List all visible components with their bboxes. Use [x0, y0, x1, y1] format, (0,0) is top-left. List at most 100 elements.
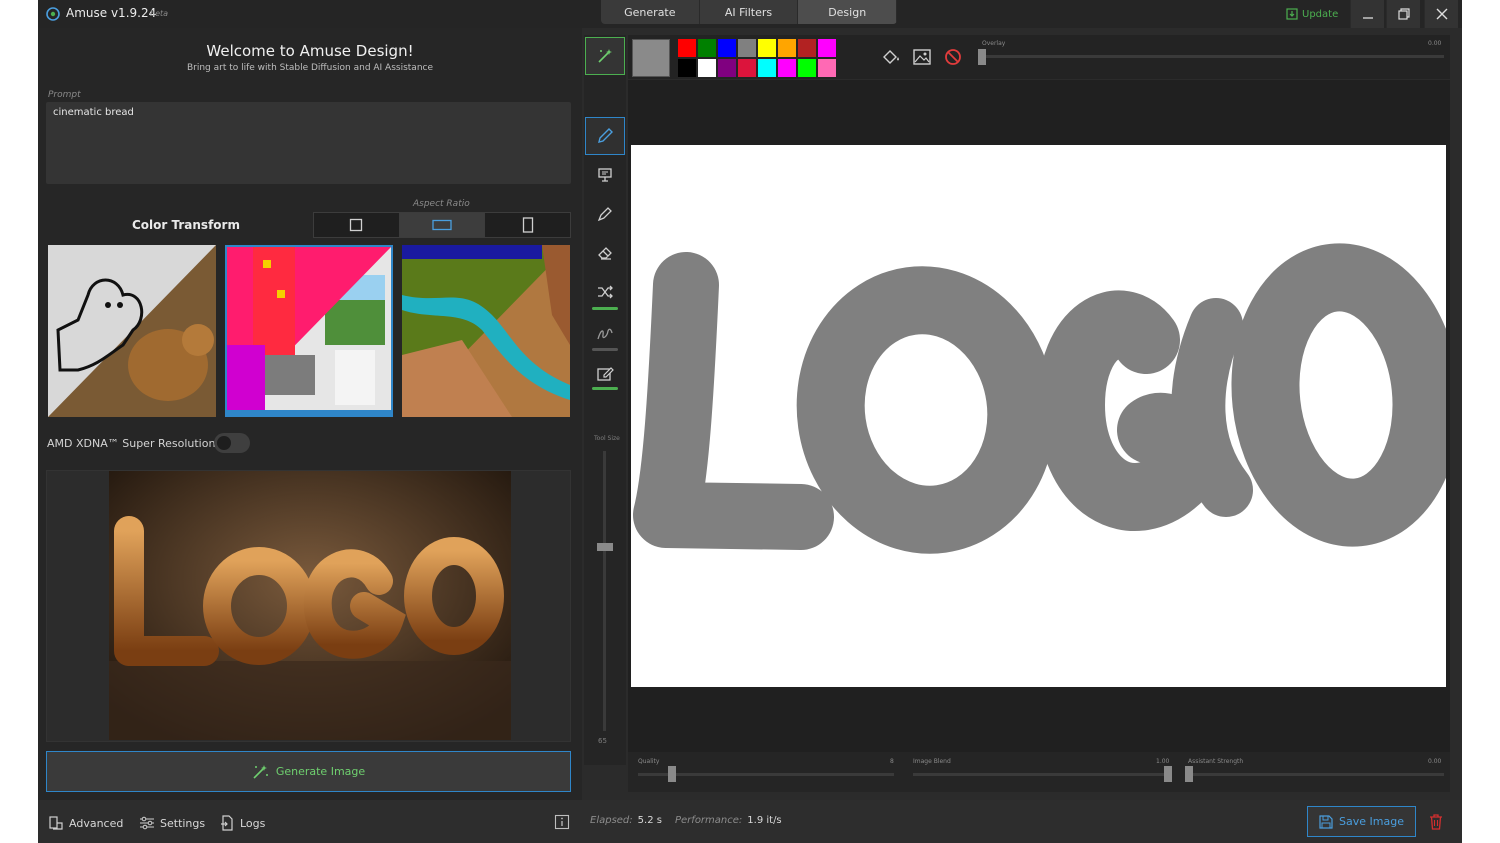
performance-value: 1.9 it/s — [747, 815, 782, 826]
aspect-portrait-button[interactable] — [485, 213, 570, 237]
brush-tool-button[interactable] — [585, 117, 625, 155]
close-button[interactable] — [1424, 0, 1458, 28]
portrait-icon — [522, 217, 533, 233]
quality-slider-thumb[interactable] — [668, 766, 676, 782]
save-image-button[interactable]: Save Image — [1307, 806, 1416, 837]
logs-icon — [221, 815, 233, 831]
color-swatch[interactable] — [738, 39, 756, 57]
generate-image-button[interactable]: Generate Image — [46, 751, 571, 792]
shuffle-button[interactable] — [585, 273, 625, 311]
overlay-slider-thumb[interactable] — [978, 49, 986, 65]
ai-assist-button[interactable] — [585, 37, 625, 75]
logs-label: Logs — [240, 816, 266, 830]
canyon-image — [402, 245, 570, 417]
clear-canvas-icon[interactable] — [943, 48, 963, 66]
save-image-label: Save Image — [1339, 815, 1404, 828]
tab-ai-filters[interactable]: AI Filters — [700, 0, 799, 24]
color-swatch[interactable] — [738, 59, 756, 77]
save-icon — [1319, 814, 1333, 829]
landscape-icon — [432, 219, 452, 231]
app-title: Amuse v1.9.24 — [66, 6, 157, 20]
update-button[interactable]: Update — [1286, 5, 1338, 23]
tab-design[interactable]: Design — [798, 0, 897, 24]
color-swatch[interactable] — [698, 59, 716, 77]
color-swatch[interactable] — [818, 59, 836, 77]
tool-size-label: Tool Size — [594, 435, 620, 442]
minimize-icon — [1362, 17, 1373, 19]
image-icon[interactable] — [912, 48, 932, 66]
thumbnail-room-interior[interactable] — [225, 245, 393, 417]
image-blend-slider[interactable] — [913, 773, 1169, 776]
color-swatch[interactable] — [698, 39, 716, 57]
thumbnail-canyon[interactable] — [402, 245, 570, 417]
assistant-strength-label: Assistant Strength — [1188, 758, 1244, 765]
update-icon — [1286, 8, 1298, 20]
delete-button[interactable] — [1420, 806, 1452, 837]
color-swatch[interactable] — [818, 39, 836, 57]
assistant-strength-slider-thumb[interactable] — [1185, 766, 1193, 782]
fill-bucket-icon[interactable] — [881, 48, 901, 66]
image-blend-value: 1.00 — [1156, 758, 1170, 765]
left-panel: Welcome to Amuse Design! Bring art to li… — [38, 28, 582, 800]
teddy-bear-image — [48, 245, 216, 417]
stamp-tool-button[interactable] — [585, 156, 625, 194]
tool-size-min: 65 — [598, 737, 607, 745]
elapsed-value: 5.2 s — [637, 815, 662, 826]
mode-tabs: Generate AI Filters Design — [601, 0, 897, 24]
color-swatch[interactable] — [778, 59, 796, 77]
tool-size-slider[interactable] — [603, 451, 606, 731]
aspect-square-button[interactable] — [314, 213, 400, 237]
pen-tool-button[interactable] — [585, 195, 625, 233]
drawing-canvas[interactable] — [631, 145, 1446, 687]
color-swatch[interactable] — [678, 39, 696, 57]
color-swatch[interactable] — [798, 39, 816, 57]
welcome-title: Welcome to Amuse Design! — [206, 42, 414, 60]
color-swatch[interactable] — [678, 59, 696, 77]
bread-logo-image — [109, 471, 511, 740]
result-preview — [46, 470, 571, 742]
welcome-subtitle: Bring art to life with Stable Diffusion … — [186, 63, 434, 73]
eraser-tool-button[interactable] — [585, 234, 625, 272]
tool-size-slider-thumb[interactable] — [597, 543, 613, 551]
color-swatch[interactable] — [718, 39, 736, 57]
color-swatch[interactable] — [718, 59, 736, 77]
advanced-button[interactable]: Advanced — [48, 815, 123, 831]
logo-sketch — [633, 243, 1446, 554]
super-resolution-toggle[interactable] — [214, 433, 250, 453]
version-tag: beta — [150, 9, 169, 18]
image-blend-slider-thumb[interactable] — [1164, 766, 1172, 782]
overlay-value: 0.00 — [1428, 40, 1442, 47]
color-swatch[interactable] — [798, 59, 816, 77]
shuffle-active-indicator — [592, 307, 618, 310]
image-blend-label: Image Blend — [913, 758, 951, 765]
thumbnail-teddy-bear[interactable] — [48, 245, 216, 417]
trash-icon — [1430, 813, 1442, 830]
status-bar: Advanced Settings Logs Elapsed: 5.2 s Pe… — [38, 800, 1462, 843]
aspect-landscape-button[interactable] — [399, 213, 486, 237]
color-swatch[interactable] — [758, 39, 776, 57]
quality-label: Quality — [638, 758, 660, 765]
info-icon[interactable] — [554, 814, 570, 830]
overlay-slider[interactable] — [982, 55, 1444, 58]
performance-label: Performance: — [675, 815, 743, 826]
color-swatch[interactable] — [778, 39, 796, 57]
logs-button[interactable]: Logs — [219, 815, 265, 831]
settings-button[interactable]: Settings — [139, 815, 205, 831]
assistant-strength-slider[interactable] — [1188, 773, 1444, 776]
update-label: Update — [1302, 8, 1339, 20]
sketch-icon — [597, 328, 613, 340]
minimize-button[interactable] — [1350, 0, 1384, 28]
elapsed-label: Elapsed: — [590, 815, 633, 826]
quality-slider[interactable] — [638, 773, 894, 776]
prompt-input[interactable]: cinematic bread — [46, 102, 571, 184]
tab-generate[interactable]: Generate — [601, 0, 700, 24]
generated-image — [109, 471, 511, 740]
color-swatch[interactable] — [758, 59, 776, 77]
color-transform-label: Color Transform — [132, 218, 240, 232]
prompt-label: Prompt — [48, 90, 81, 100]
restore-icon — [1397, 8, 1410, 20]
current-color-swatch[interactable] — [632, 39, 670, 77]
edit-image-icon — [597, 367, 614, 381]
overlay-label: Overlay — [982, 40, 1006, 47]
restore-button[interactable] — [1386, 0, 1420, 28]
